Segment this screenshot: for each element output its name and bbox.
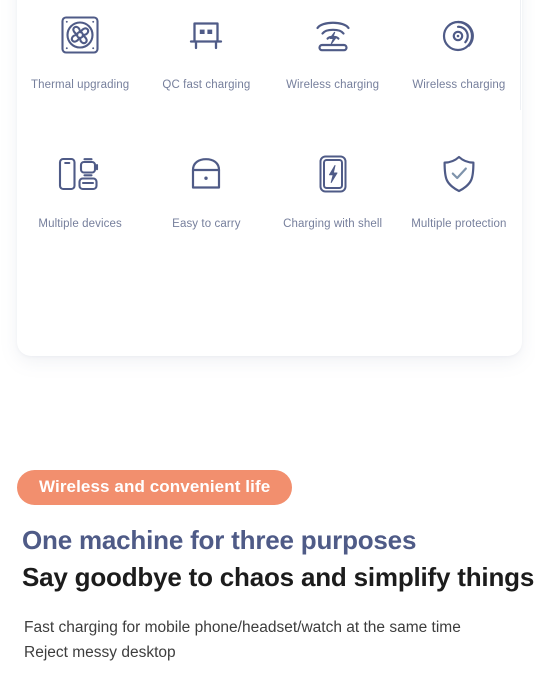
- wireless-signal-icon: [438, 10, 480, 60]
- usb-plug-icon: [185, 10, 227, 60]
- feature-card: Thermal upgrading QC fast charging Wirel…: [17, 0, 522, 356]
- feature-item-qc-fast-charging[interactable]: QC fast charging: [143, 10, 269, 91]
- feature-label: Wireless charging: [412, 79, 506, 91]
- feature-icon-grid: Thermal upgrading QC fast charging Wirel…: [17, 0, 522, 230]
- feature-label: Multiple devices: [38, 218, 122, 230]
- feature-label: Charging with shell: [283, 218, 383, 230]
- feature-row-2: Multiple devices Easy to carry Charging …: [17, 149, 522, 230]
- promo-description: Fast charging for mobile phone/headset/w…: [24, 615, 535, 665]
- promo-description-line-1: Fast charging for mobile phone/headset/w…: [24, 619, 461, 636]
- phone-charging-icon: [312, 149, 354, 199]
- feature-item-charging-with-shell[interactable]: Charging with shell: [270, 149, 396, 230]
- feature-label: Multiple protection: [411, 218, 507, 230]
- feature-item-wireless-charging-pad[interactable]: Wireless charging: [270, 10, 396, 91]
- promo-badge: Wireless and convenient life: [17, 470, 293, 505]
- feature-label: QC fast charging: [162, 79, 251, 91]
- feature-label: Easy to carry: [172, 218, 241, 230]
- feature-item-multiple-protection[interactable]: Multiple protection: [396, 149, 522, 230]
- feature-item-wireless-signal[interactable]: Wireless charging: [396, 10, 522, 91]
- feature-row-1: Thermal upgrading QC fast charging Wirel…: [17, 10, 522, 91]
- promo-headline-primary: One machine for three purposes: [22, 525, 417, 555]
- multiple-devices-icon: [56, 149, 104, 199]
- promo-description-line-2: Reject messy desktop: [24, 644, 176, 662]
- feature-item-easy-to-carry[interactable]: Easy to carry: [143, 149, 269, 230]
- feature-item-thermal-upgrading[interactable]: Thermal upgrading: [17, 10, 143, 91]
- fan-icon: [59, 10, 101, 60]
- feature-label: Thermal upgrading: [31, 79, 130, 91]
- feature-label: Wireless charging: [286, 79, 380, 91]
- promo-section: Wireless and convenient life One machine…: [0, 470, 535, 665]
- promo-headline-secondary: Say goodbye to chaos and simplify things: [22, 562, 535, 592]
- shield-check-icon: [438, 149, 480, 199]
- handbag-icon: [185, 149, 227, 199]
- feature-item-multiple-devices[interactable]: Multiple devices: [17, 149, 143, 230]
- wireless-charging-pad-icon: [311, 10, 355, 60]
